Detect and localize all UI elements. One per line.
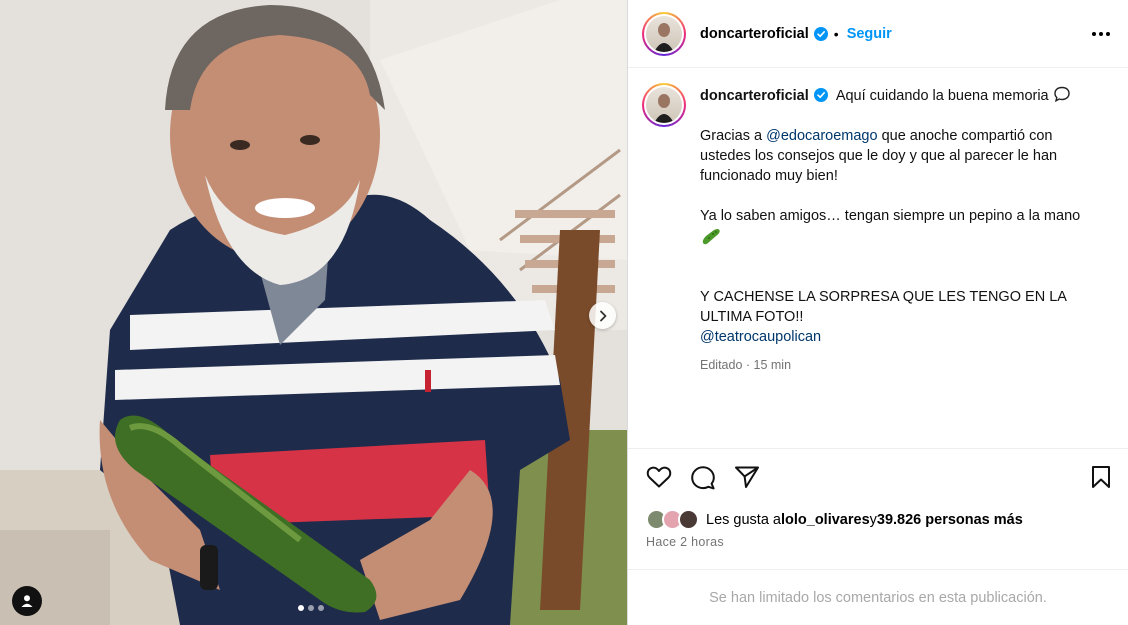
tagged-users-button[interactable] bbox=[12, 586, 42, 616]
cucumber-emoji-icon bbox=[702, 229, 720, 245]
avatar-image bbox=[646, 15, 682, 52]
likes-middle: y bbox=[869, 512, 877, 528]
edited-label: Editado bbox=[700, 358, 743, 372]
liker-avatars[interactable] bbox=[646, 509, 700, 531]
carousel-dot-active bbox=[298, 605, 304, 611]
likes-count[interactable]: 39.826 personas más bbox=[877, 512, 1023, 528]
caption-meta: Editado · 15 min bbox=[700, 358, 792, 372]
carousel-indicator bbox=[298, 605, 324, 611]
post-details-panel: doncarteroficial • Seguir doncarterofici… bbox=[627, 0, 1128, 625]
liker-avatar bbox=[678, 509, 699, 530]
follow-button[interactable]: Seguir bbox=[847, 26, 892, 42]
carousel-dot bbox=[318, 605, 324, 611]
carousel-next-button[interactable] bbox=[589, 302, 616, 329]
post-timestamp[interactable]: Hace 2 horas bbox=[646, 535, 724, 549]
caption-username[interactable]: doncarteroficial bbox=[700, 88, 809, 104]
avatar[interactable] bbox=[642, 11, 686, 56]
share-icon[interactable] bbox=[734, 465, 760, 489]
post-photo[interactable] bbox=[0, 0, 627, 625]
likes-summary: Les gusta a lolo_olivares y 39.826 perso… bbox=[646, 509, 1023, 531]
likes-prefix: Les gusta a bbox=[706, 512, 781, 528]
photo-scene bbox=[0, 0, 627, 625]
user-tag-icon bbox=[21, 595, 33, 607]
avatar-image bbox=[646, 87, 682, 123]
verified-badge-icon bbox=[813, 88, 828, 102]
caption-paragraph-surprise: Y CACHENSE LA SORPRESA QUE LES TENGO EN … bbox=[700, 289, 1067, 325]
caption-paragraph-thanks: Gracias a @edocaroemago que anoche compa… bbox=[700, 128, 1058, 184]
bookmark-icon[interactable] bbox=[1090, 465, 1112, 489]
chevron-right-icon bbox=[599, 310, 606, 321]
post-header: doncarteroficial • Seguir bbox=[628, 0, 1128, 68]
header-separator: • bbox=[833, 25, 839, 42]
caption-avatar[interactable] bbox=[642, 83, 686, 127]
verified-badge-icon bbox=[813, 26, 828, 41]
more-options-icon[interactable] bbox=[1088, 26, 1114, 42]
carousel-dot bbox=[308, 605, 314, 611]
post-caption: doncarteroficial Aquí cuidando la buena … bbox=[628, 68, 1128, 375]
liker-username[interactable]: lolo_olivares bbox=[781, 512, 870, 528]
speech-bubble-icon bbox=[1053, 86, 1070, 103]
post-username[interactable]: doncarteroficial bbox=[700, 26, 809, 42]
action-bar bbox=[628, 448, 1128, 508]
caption-paragraph-advice: Ya lo saben amigos… tengan siempre un pe… bbox=[700, 206, 1100, 267]
comments-limited-notice: Se han limitado los comentarios en esta … bbox=[628, 569, 1128, 625]
mention-link[interactable]: @edocaroemago bbox=[766, 128, 877, 144]
edited-time[interactable]: 15 min bbox=[754, 358, 792, 372]
mention-link[interactable]: @teatrocaupolican bbox=[700, 329, 821, 345]
comment-icon[interactable] bbox=[690, 465, 716, 491]
heart-icon[interactable] bbox=[646, 465, 672, 489]
caption-first-line: Aquí cuidando la buena memoria bbox=[835, 88, 1049, 104]
